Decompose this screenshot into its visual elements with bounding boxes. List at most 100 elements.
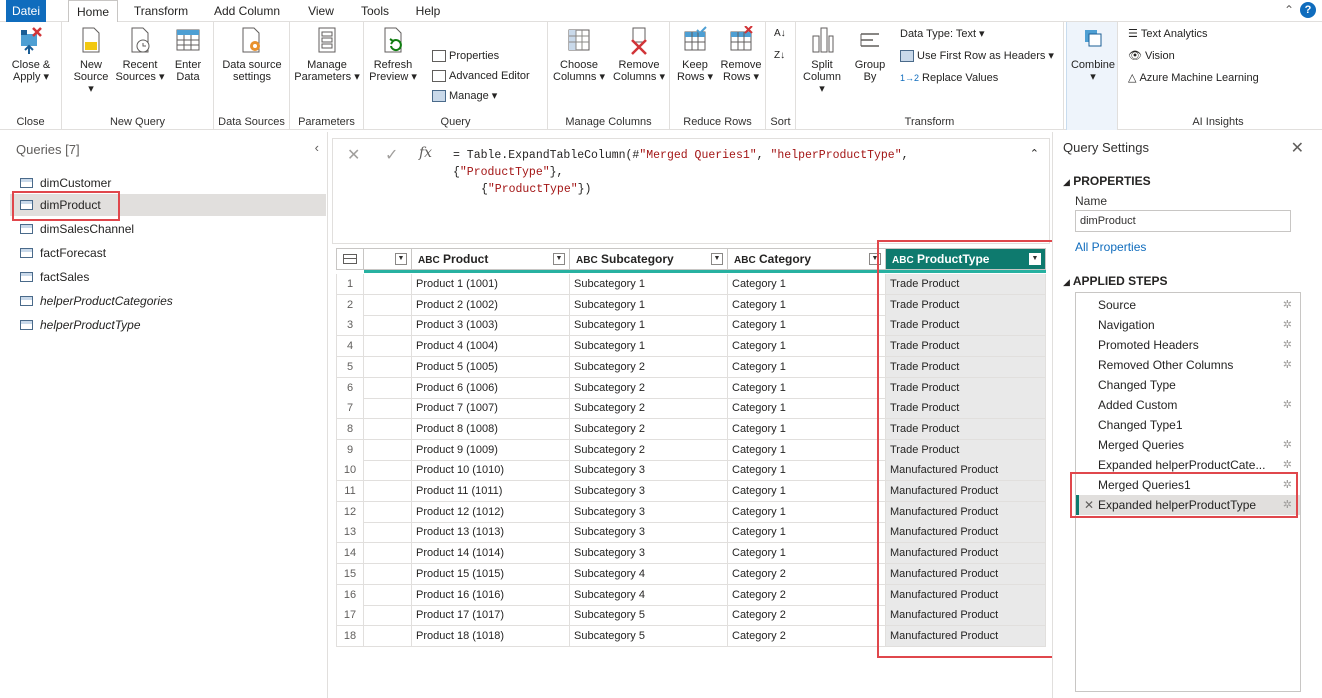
category-cell[interactable]: Category 2: [728, 605, 886, 627]
row-number[interactable]: 16: [336, 584, 364, 606]
replace-values-button[interactable]: 1→2 Replace Values: [900, 70, 998, 86]
query-item-factforecast[interactable]: factForecast: [10, 242, 326, 264]
collapse-ribbon-icon[interactable]: ⌃: [1284, 3, 1294, 17]
blank-cell[interactable]: [364, 605, 412, 627]
category-cell[interactable]: Category 1: [728, 377, 886, 399]
gear-icon[interactable]: ✲: [1283, 435, 1292, 455]
step-added-custom[interactable]: Added Custom ✲: [1076, 395, 1300, 415]
tab-view[interactable]: View: [300, 0, 342, 22]
subcategory-cell[interactable]: Subcategory 3: [570, 460, 728, 482]
collapse-queries-icon[interactable]: ‹: [315, 140, 319, 155]
properties-button[interactable]: Properties: [432, 48, 499, 64]
sort-ascending-button[interactable]: A↓: [774, 26, 786, 42]
category-cell[interactable]: Category 1: [728, 501, 886, 523]
refresh-preview-button[interactable]: Refresh Preview ▾: [368, 26, 418, 83]
properties-heading[interactable]: ◢ PROPERTIES: [1063, 174, 1151, 188]
row-number[interactable]: 14: [336, 543, 364, 565]
category-cell[interactable]: Category 1: [728, 522, 886, 544]
column-header-blank[interactable]: ▼: [364, 248, 412, 270]
row-number[interactable]: 8: [336, 418, 364, 440]
keep-rows-button[interactable]: Keep Rows ▾: [672, 26, 718, 83]
manage-parameters-button[interactable]: Manage Parameters ▾: [294, 26, 360, 83]
new-source-button[interactable]: New Source ▾: [70, 26, 112, 95]
blank-cell[interactable]: [364, 398, 412, 420]
subcategory-cell[interactable]: Subcategory 3: [570, 481, 728, 502]
product-cell[interactable]: Product 15 (1015): [412, 563, 570, 585]
product-cell[interactable]: Product 8 (1008): [412, 418, 570, 440]
category-cell[interactable]: Category 1: [728, 418, 886, 440]
column-header-product[interactable]: ABC Product ▼: [412, 248, 570, 270]
row-number[interactable]: 6: [336, 377, 364, 399]
blank-cell[interactable]: [364, 377, 412, 399]
azure-ml-button[interactable]: △ Azure Machine Learning: [1128, 70, 1259, 86]
vision-button[interactable]: 👁 Vision: [1128, 48, 1175, 64]
data-source-settings-button[interactable]: Data source settings: [218, 26, 286, 83]
tab-add-column[interactable]: Add Column: [206, 0, 288, 22]
remove-rows-button[interactable]: Remove Rows ▾: [718, 26, 764, 83]
subcategory-cell[interactable]: Subcategory 2: [570, 418, 728, 440]
category-cell[interactable]: Category 2: [728, 625, 886, 647]
row-number[interactable]: 17: [336, 605, 364, 627]
blank-cell[interactable]: [364, 460, 412, 482]
choose-columns-button[interactable]: Choose Columns ▾: [550, 26, 608, 83]
blank-cell[interactable]: [364, 584, 412, 606]
blank-cell[interactable]: [364, 522, 412, 544]
row-number[interactable]: 15: [336, 563, 364, 585]
category-cell[interactable]: Category 1: [728, 460, 886, 482]
combine-button[interactable]: Combine ▾: [1069, 26, 1117, 83]
subcategory-cell[interactable]: Subcategory 1: [570, 274, 728, 295]
blank-cell[interactable]: [364, 439, 412, 461]
blank-cell[interactable]: [364, 563, 412, 585]
row-number[interactable]: 9: [336, 439, 364, 461]
product-cell[interactable]: Product 12 (1012): [412, 501, 570, 523]
gear-icon[interactable]: ✲: [1283, 295, 1292, 315]
help-icon[interactable]: ?: [1300, 2, 1316, 18]
row-number[interactable]: 11: [336, 481, 364, 502]
column-header-category[interactable]: ABC Category ▼: [728, 248, 886, 270]
category-cell[interactable]: Category 1: [728, 294, 886, 316]
column-filter-icon[interactable]: ▼: [711, 253, 723, 265]
product-cell[interactable]: Product 14 (1014): [412, 543, 570, 565]
column-filter-icon[interactable]: ▼: [395, 253, 407, 265]
category-cell[interactable]: Category 1: [728, 336, 886, 358]
product-cell[interactable]: Product 4 (1004): [412, 336, 570, 358]
subcategory-cell[interactable]: Subcategory 1: [570, 294, 728, 316]
row-number[interactable]: 2: [336, 294, 364, 316]
product-cell[interactable]: Product 6 (1006): [412, 377, 570, 399]
manage-button[interactable]: Manage ▾: [432, 88, 497, 104]
column-filter-icon[interactable]: ▼: [553, 253, 565, 265]
blank-cell[interactable]: [364, 625, 412, 647]
tab-tools[interactable]: Tools: [352, 0, 398, 22]
formula-text[interactable]: = Table.ExpandTableColumn(#"Merged Queri…: [453, 147, 1013, 198]
use-first-row-button[interactable]: Use First Row as Headers ▾: [900, 48, 1054, 64]
subcategory-cell[interactable]: Subcategory 4: [570, 563, 728, 585]
blank-cell[interactable]: [364, 336, 412, 358]
blank-cell[interactable]: [364, 294, 412, 316]
column-header-subcategory[interactable]: ABC Subcategory ▼: [570, 248, 728, 270]
subcategory-cell[interactable]: Subcategory 3: [570, 501, 728, 523]
category-cell[interactable]: Category 1: [728, 398, 886, 420]
close-settings-icon[interactable]: ✕: [1291, 138, 1304, 158]
query-item-dimsaleschannel[interactable]: dimSalesChannel: [10, 218, 326, 240]
product-cell[interactable]: Product 5 (1005): [412, 356, 570, 378]
query-item-helperproductcategories[interactable]: helperProductCategories: [10, 290, 326, 312]
step-changed-type1[interactable]: Changed Type1: [1076, 415, 1300, 435]
applied-steps-heading[interactable]: ◢ APPLIED STEPS: [1063, 274, 1168, 288]
category-cell[interactable]: Category 1: [728, 543, 886, 565]
step-promoted-headers[interactable]: Promoted Headers ✲: [1076, 335, 1300, 355]
row-number[interactable]: 13: [336, 522, 364, 544]
subcategory-cell[interactable]: Subcategory 3: [570, 522, 728, 544]
collapse-formula-icon[interactable]: ⌃: [1030, 147, 1039, 160]
row-number[interactable]: 1: [336, 274, 364, 295]
category-cell[interactable]: Category 1: [728, 356, 886, 378]
product-cell[interactable]: Product 3 (1003): [412, 315, 570, 337]
blank-cell[interactable]: [364, 418, 412, 440]
group-by-button[interactable]: Group By: [848, 26, 892, 83]
subcategory-cell[interactable]: Subcategory 1: [570, 336, 728, 358]
gear-icon[interactable]: ✲: [1283, 355, 1292, 375]
query-item-factsales[interactable]: factSales: [10, 266, 326, 288]
product-cell[interactable]: Product 9 (1009): [412, 439, 570, 461]
row-number[interactable]: 10: [336, 460, 364, 482]
fx-icon[interactable]: fx: [419, 145, 432, 161]
subcategory-cell[interactable]: Subcategory 2: [570, 377, 728, 399]
